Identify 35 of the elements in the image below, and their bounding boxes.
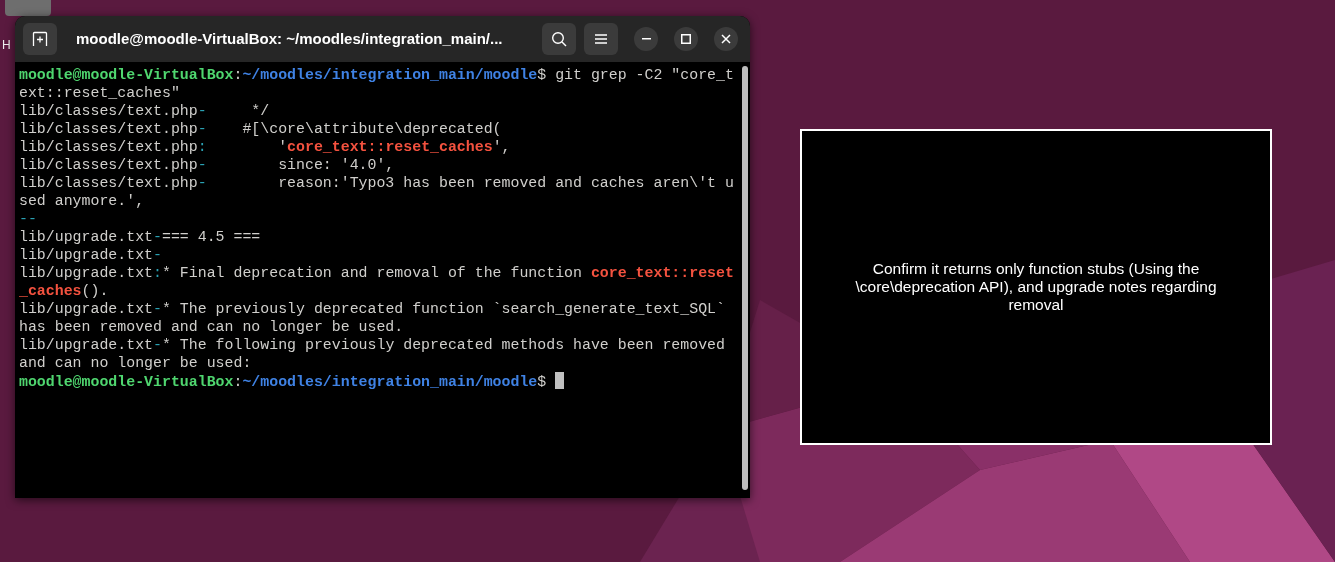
terminal-line: moodle@moodle-VirtualBox:~/moodles/integration_main/moodle$ [19, 372, 750, 390]
maximize-icon [681, 34, 691, 44]
terminal-line: lib/classes/text.php- */ [19, 102, 271, 120]
terminal-line: lib/classes/text.php- since: '4.0', [19, 156, 396, 174]
terminal-line: lib/upgrade.txt-* The previously deprecated function `search_generate_text_SQL` [19, 300, 726, 318]
menu-button[interactable] [584, 23, 618, 55]
close-button[interactable] [714, 27, 738, 51]
terminal-line: -- [19, 210, 38, 228]
close-icon [721, 34, 731, 44]
search-button[interactable] [542, 23, 576, 55]
menu-icon [595, 34, 607, 44]
new-tab-icon [32, 31, 48, 47]
minimize-icon [641, 38, 651, 40]
terminal-line: lib/upgrade.txt- [19, 246, 163, 264]
new-tab-button[interactable] [23, 23, 57, 55]
terminal-line: ext::reset_caches" [19, 84, 181, 102]
note-text: Confirm it returns only function stubs (Using the \core\deprecation API), and upgrade notes regarding removal [854, 260, 1218, 314]
terminal-line: lib/upgrade.txt-* The following previously deprecated methods have been removed [19, 336, 726, 354]
terminal-line: and can no longer be used: [19, 354, 253, 372]
terminal-line: lib/upgrade.txt:* Final deprecation and removal of the function core_text::reset [19, 264, 735, 282]
search-icon [551, 31, 567, 47]
scrollbar[interactable] [742, 66, 748, 490]
terminal-line: lib/classes/text.php: 'core_text::reset_caches', [19, 138, 512, 156]
terminal-line: lib/upgrade.txt-=== 4.5 === [19, 228, 262, 246]
maximize-button[interactable] [674, 27, 698, 51]
desktop-icon-label: H [2, 38, 11, 52]
terminal-line: has been removed and can no longer be used. [19, 318, 405, 336]
minimize-button[interactable] [634, 27, 658, 51]
cursor [555, 372, 565, 389]
window-title: moodle@moodle-VirtualBox: ~/moodles/integration_main/... [76, 28, 504, 49]
terminal-line: lib/classes/text.php- reason:'Typo3 has been removed and caches aren\'t u [19, 174, 735, 192]
terminal-line: lib/classes/text.php- #[\core\attribute\deprecated( [19, 120, 503, 138]
terminal-line: sed anymore.', [19, 192, 146, 210]
terminal-line: _caches(). [19, 282, 110, 300]
terminal-line: moodle@moodle-VirtualBox:~/moodles/integration_main/moodle$ git grep -C2 "core_t [19, 66, 735, 84]
